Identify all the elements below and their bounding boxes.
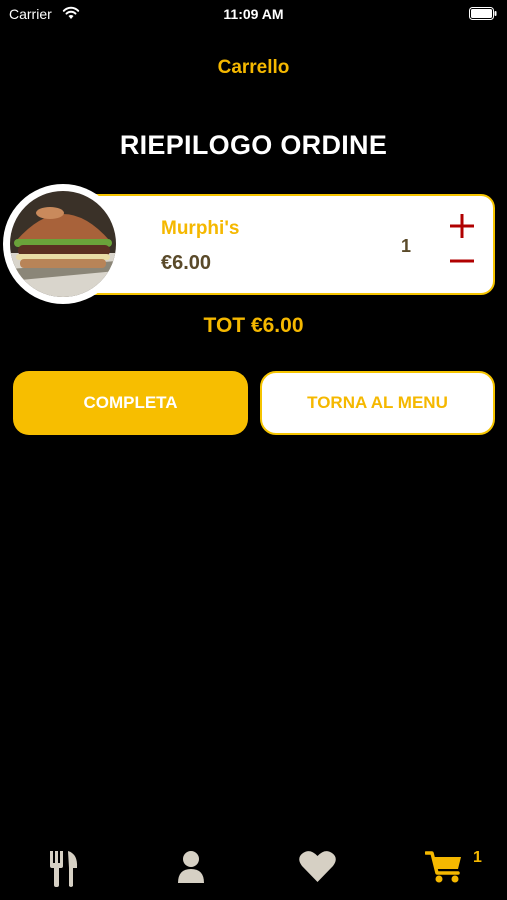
battery-icon: [469, 7, 497, 20]
order-total: TOT €6.00: [203, 314, 304, 337]
fork-knife-icon[interactable]: [49, 850, 79, 888]
back-to-menu-button[interactable]: TORNA AL MENU: [260, 371, 495, 435]
item-price: €6.00: [161, 252, 212, 274]
cart-icon[interactable]: [425, 850, 463, 884]
item-photo: [3, 184, 123, 304]
heart-icon[interactable]: [299, 850, 336, 883]
cart-screen: Carrier 11:09 AM Carrello RIEPILOGO ORDI…: [0, 0, 507, 900]
burger-image: [10, 191, 116, 297]
user-icon[interactable]: [177, 850, 205, 884]
status-time: 11:09 AM: [223, 6, 284, 22]
item-name: Murphi's: [161, 218, 240, 239]
complete-order-button[interactable]: COMPLETA: [13, 371, 248, 435]
order-summary-title: RIEPILOGO ORDINE: [119, 130, 388, 160]
item-quantity: 1: [401, 236, 412, 256]
increase-quantity-button[interactable]: [449, 213, 475, 239]
nav-title: Carrello: [217, 57, 290, 78]
cart-item-card: Murphi's €6.00 1: [58, 194, 495, 295]
status-bar: Carrier 11:09 AM: [0, 0, 507, 28]
cart-badge: 1: [473, 849, 482, 866]
decrease-quantity-button[interactable]: [449, 248, 475, 274]
